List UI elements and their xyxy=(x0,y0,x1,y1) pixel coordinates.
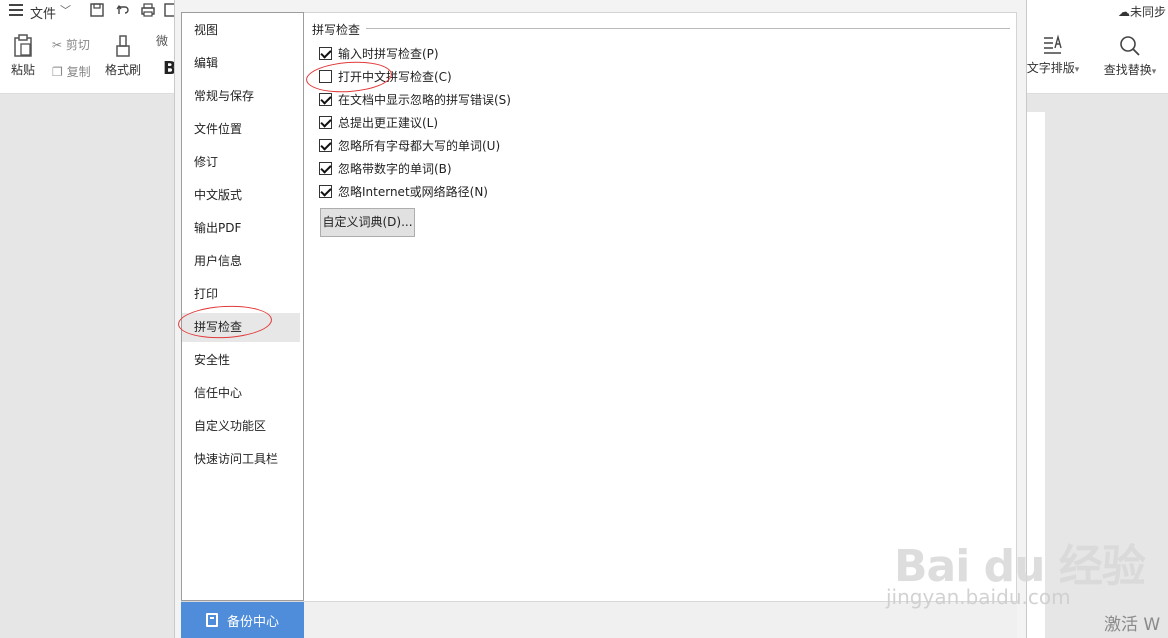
sync-status-label: 未同步 xyxy=(1130,5,1167,19)
watermark-url: jingyan.baidu.com xyxy=(886,585,1071,609)
checkbox[interactable] xyxy=(319,92,332,106)
format-painter-label: 格式刷 xyxy=(104,63,141,77)
checkbox[interactable] xyxy=(319,138,332,152)
option-spell-check-typing[interactable]: 输入时拼写检查(P) xyxy=(319,45,439,61)
option-show-ignored-errors[interactable]: 在文档中显示忽略的拼写错误(S) xyxy=(319,91,511,107)
text-layout-icon xyxy=(1044,34,1062,54)
file-menu[interactable]: 文件 xyxy=(30,3,56,22)
nav-item-quick-access[interactable]: 快速访问工具栏 xyxy=(182,445,300,474)
checkbox[interactable] xyxy=(319,46,332,60)
option-label: 忽略所有字母都大写的单词(U) xyxy=(338,138,501,153)
paste-button[interactable]: 粘贴 xyxy=(6,34,40,78)
option-label: 在文档中显示忽略的拼写错误(S) xyxy=(338,92,511,107)
brush-icon xyxy=(116,35,130,57)
nav-item-export-pdf[interactable]: 输出PDF xyxy=(182,214,300,243)
checkbox[interactable] xyxy=(319,115,332,129)
option-ignore-numbers[interactable]: 忽略带数字的单词(B) xyxy=(319,160,452,176)
nav-item-file-location[interactable]: 文件位置 xyxy=(182,115,300,144)
hamburger-menu-icon[interactable] xyxy=(9,4,23,16)
copy-icon: ❐ xyxy=(52,65,63,79)
nav-item-security[interactable]: 安全性 xyxy=(182,346,300,375)
scissors-icon: ✂ xyxy=(52,38,63,52)
copy-button[interactable]: ❐ 复制 xyxy=(52,63,91,80)
cut-label: 剪切 xyxy=(65,38,90,52)
nav-item-revision[interactable]: 修订 xyxy=(182,148,300,177)
chevron-down-icon[interactable]: ﹀ xyxy=(60,2,71,18)
find-replace-button[interactable]: 查找替换▾ xyxy=(1100,34,1160,78)
option-label: 忽略Internet或网络路径(N) xyxy=(338,184,488,199)
option-label: 忽略带数字的单词(B) xyxy=(338,161,452,176)
undo-icon[interactable] xyxy=(115,2,131,18)
nav-item-print[interactable]: 打印 xyxy=(182,280,300,309)
nav-item-custom-ribbon[interactable]: 自定义功能区 xyxy=(182,412,300,441)
option-label: 输入时拼写检查(P) xyxy=(338,46,439,61)
backup-center-label: 备份中心 xyxy=(226,614,279,630)
backup-icon xyxy=(205,613,218,627)
sync-status[interactable]: ☁未同步 xyxy=(1118,3,1166,20)
nav-item-chinese-layout[interactable]: 中文版式 xyxy=(182,181,300,210)
option-always-suggest[interactable]: 总提出更正建议(L) xyxy=(319,114,438,130)
text-layout-label: 文字排版▾ xyxy=(1026,61,1080,75)
section-divider xyxy=(366,28,1010,29)
font-name-box[interactable]: 微 xyxy=(156,32,168,49)
find-replace-label: 查找替换▾ xyxy=(1103,63,1157,77)
print-icon[interactable] xyxy=(140,2,156,18)
option-ignore-uppercase[interactable]: 忽略所有字母都大写的单词(U) xyxy=(319,137,500,153)
text-layout-button[interactable]: 文字排版▾ xyxy=(1024,34,1082,76)
section-title: 拼写检查 xyxy=(312,23,361,37)
cloud-icon: ☁ xyxy=(1118,5,1130,19)
backup-center-button[interactable]: 备份中心 xyxy=(181,602,304,638)
cut-button[interactable]: ✂ 剪切 xyxy=(52,36,90,53)
search-icon xyxy=(1120,36,1140,56)
paste-label: 粘贴 xyxy=(10,63,35,77)
custom-dictionary-button[interactable]: 自定义词典(D)... xyxy=(320,208,415,237)
nav-item-general-save[interactable]: 常规与保存 xyxy=(182,82,300,111)
copy-label: 复制 xyxy=(66,65,91,79)
checkbox[interactable] xyxy=(319,184,332,198)
format-painter-button[interactable]: 格式刷 xyxy=(103,34,143,78)
save-icon[interactable] xyxy=(89,2,105,18)
activate-windows-text: 激活 W xyxy=(1104,615,1161,635)
nav-item-view[interactable]: 视图 xyxy=(182,16,300,45)
nav-item-edit[interactable]: 编辑 xyxy=(182,49,300,78)
option-ignore-internet-paths[interactable]: 忽略Internet或网络路径(N) xyxy=(319,183,488,199)
nav-item-user-info[interactable]: 用户信息 xyxy=(182,247,300,276)
nav-item-trust-center[interactable]: 信任中心 xyxy=(182,379,300,408)
checkbox[interactable] xyxy=(319,161,332,175)
clipboard-icon xyxy=(14,34,32,57)
option-label: 总提出更正建议(L) xyxy=(338,115,439,130)
